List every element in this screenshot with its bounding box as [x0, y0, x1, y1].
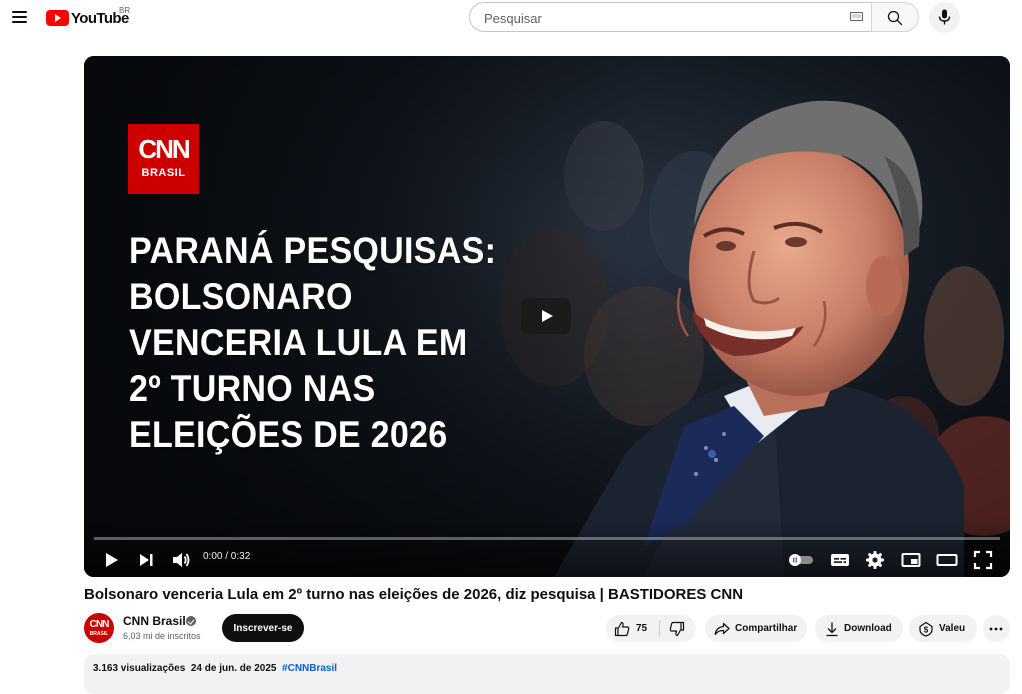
- thanks-label: Valeu: [939, 623, 966, 634]
- fullscreen-button[interactable]: [971, 548, 995, 572]
- miniplayer-icon: [901, 553, 921, 567]
- headline-line: 2º TURNO NAS: [129, 368, 376, 409]
- settings-button[interactable]: [863, 548, 887, 572]
- play-button[interactable]: [100, 548, 124, 572]
- autoplay-toggle[interactable]: [788, 548, 814, 572]
- subscriber-count: 6,03 mi de inscritos: [123, 631, 201, 641]
- keyboard-icon[interactable]: [850, 12, 863, 21]
- cnn-logo-subtext: BRASIL: [141, 167, 186, 179]
- super-thanks-icon: $: [919, 621, 933, 637]
- video-title: Bolsonaro venceria Lula em 2º turno nas …: [84, 586, 744, 603]
- hamburger-menu-icon[interactable]: [9, 6, 31, 28]
- verified-icon: [186, 616, 196, 626]
- like-button[interactable]: 75: [606, 615, 659, 642]
- search-input[interactable]: [482, 3, 836, 33]
- subscribe-button[interactable]: Inscrever-se: [222, 614, 304, 642]
- download-label: Download: [844, 623, 892, 634]
- captions-button[interactable]: [828, 548, 852, 572]
- avatar[interactable]: CNN BRASIL: [84, 613, 114, 643]
- thumbs-up-icon: [614, 621, 630, 637]
- thumbs-down-icon: [669, 621, 685, 637]
- microphone-icon: [938, 9, 951, 25]
- gear-icon: [866, 551, 884, 569]
- cnn-brasil-logo: CNN BRASIL: [128, 124, 199, 194]
- description-box[interactable]: 3.163 visualizações 24 de jun. de 2025 #…: [84, 654, 1010, 694]
- hashtag-link[interactable]: #CNNBrasil: [282, 663, 337, 674]
- play-icon: [106, 553, 118, 567]
- headline-line: BOLSONARO: [129, 276, 353, 317]
- large-play-button[interactable]: [521, 298, 571, 334]
- more-actions-button[interactable]: [983, 615, 1010, 642]
- country-code: BR: [119, 6, 131, 15]
- share-icon: [714, 622, 730, 636]
- share-button[interactable]: Compartilhar: [705, 615, 807, 642]
- like-count: 75: [636, 623, 648, 634]
- cnn-logo-text: CNN: [138, 134, 190, 164]
- download-icon: [826, 622, 838, 637]
- channel-name[interactable]: CNN Brasil: [123, 614, 186, 628]
- captions-icon: [831, 554, 849, 566]
- search-box: [469, 2, 871, 33]
- search-button[interactable]: [871, 2, 919, 32]
- download-button[interactable]: Download: [815, 615, 903, 642]
- share-label: Compartilhar: [735, 623, 798, 634]
- video-player[interactable]: CNN BRASIL PARANÁ PESQUISAS: BOLSONARO V…: [84, 56, 1010, 577]
- next-button[interactable]: [134, 548, 158, 572]
- fullscreen-icon: [973, 550, 993, 570]
- autoplay-toggle-icon: [789, 554, 813, 566]
- youtube-play-logo-icon: [46, 10, 69, 26]
- thanks-button[interactable]: $ Valeu: [909, 615, 977, 642]
- video-metadata: 3.163 visualizações 24 de jun. de 2025 #…: [93, 663, 337, 674]
- like-divider: [659, 620, 660, 637]
- headline-line: VENCERIA LULA EM: [129, 322, 468, 363]
- progress-bar[interactable]: [94, 537, 1000, 540]
- voice-search-button[interactable]: [929, 2, 960, 33]
- search-icon: [887, 10, 903, 26]
- more-icon: [989, 627, 1003, 631]
- miniplayer-button[interactable]: [899, 548, 923, 572]
- thumbnail-headline: PARANÁ PESQUISAS: BOLSONARO VENCERIA LUL…: [129, 228, 552, 458]
- avatar-subtext: BRASIL: [89, 631, 109, 637]
- avatar-text: CNN: [89, 619, 110, 630]
- masthead: YouTube BR: [0, 0, 1022, 36]
- like-dislike-group: 75: [606, 615, 696, 642]
- next-icon: [140, 554, 153, 566]
- youtube-logo[interactable]: YouTube: [46, 8, 129, 28]
- headline-line: PARANÁ PESQUISAS:: [129, 230, 497, 271]
- theater-mode-button[interactable]: [935, 548, 959, 572]
- volume-icon: [173, 553, 190, 567]
- theater-mode-icon: [936, 554, 958, 566]
- headline-line: ELEIÇÕES DE 2026: [129, 414, 448, 455]
- volume-button[interactable]: [169, 548, 193, 572]
- view-count: 3.163 visualizações: [93, 663, 186, 674]
- dislike-button[interactable]: [660, 615, 696, 642]
- upload-date: 24 de jun. de 2025: [190, 663, 277, 674]
- time-display: 0:00 / 0:32: [203, 551, 251, 562]
- svg-text:$: $: [924, 625, 929, 634]
